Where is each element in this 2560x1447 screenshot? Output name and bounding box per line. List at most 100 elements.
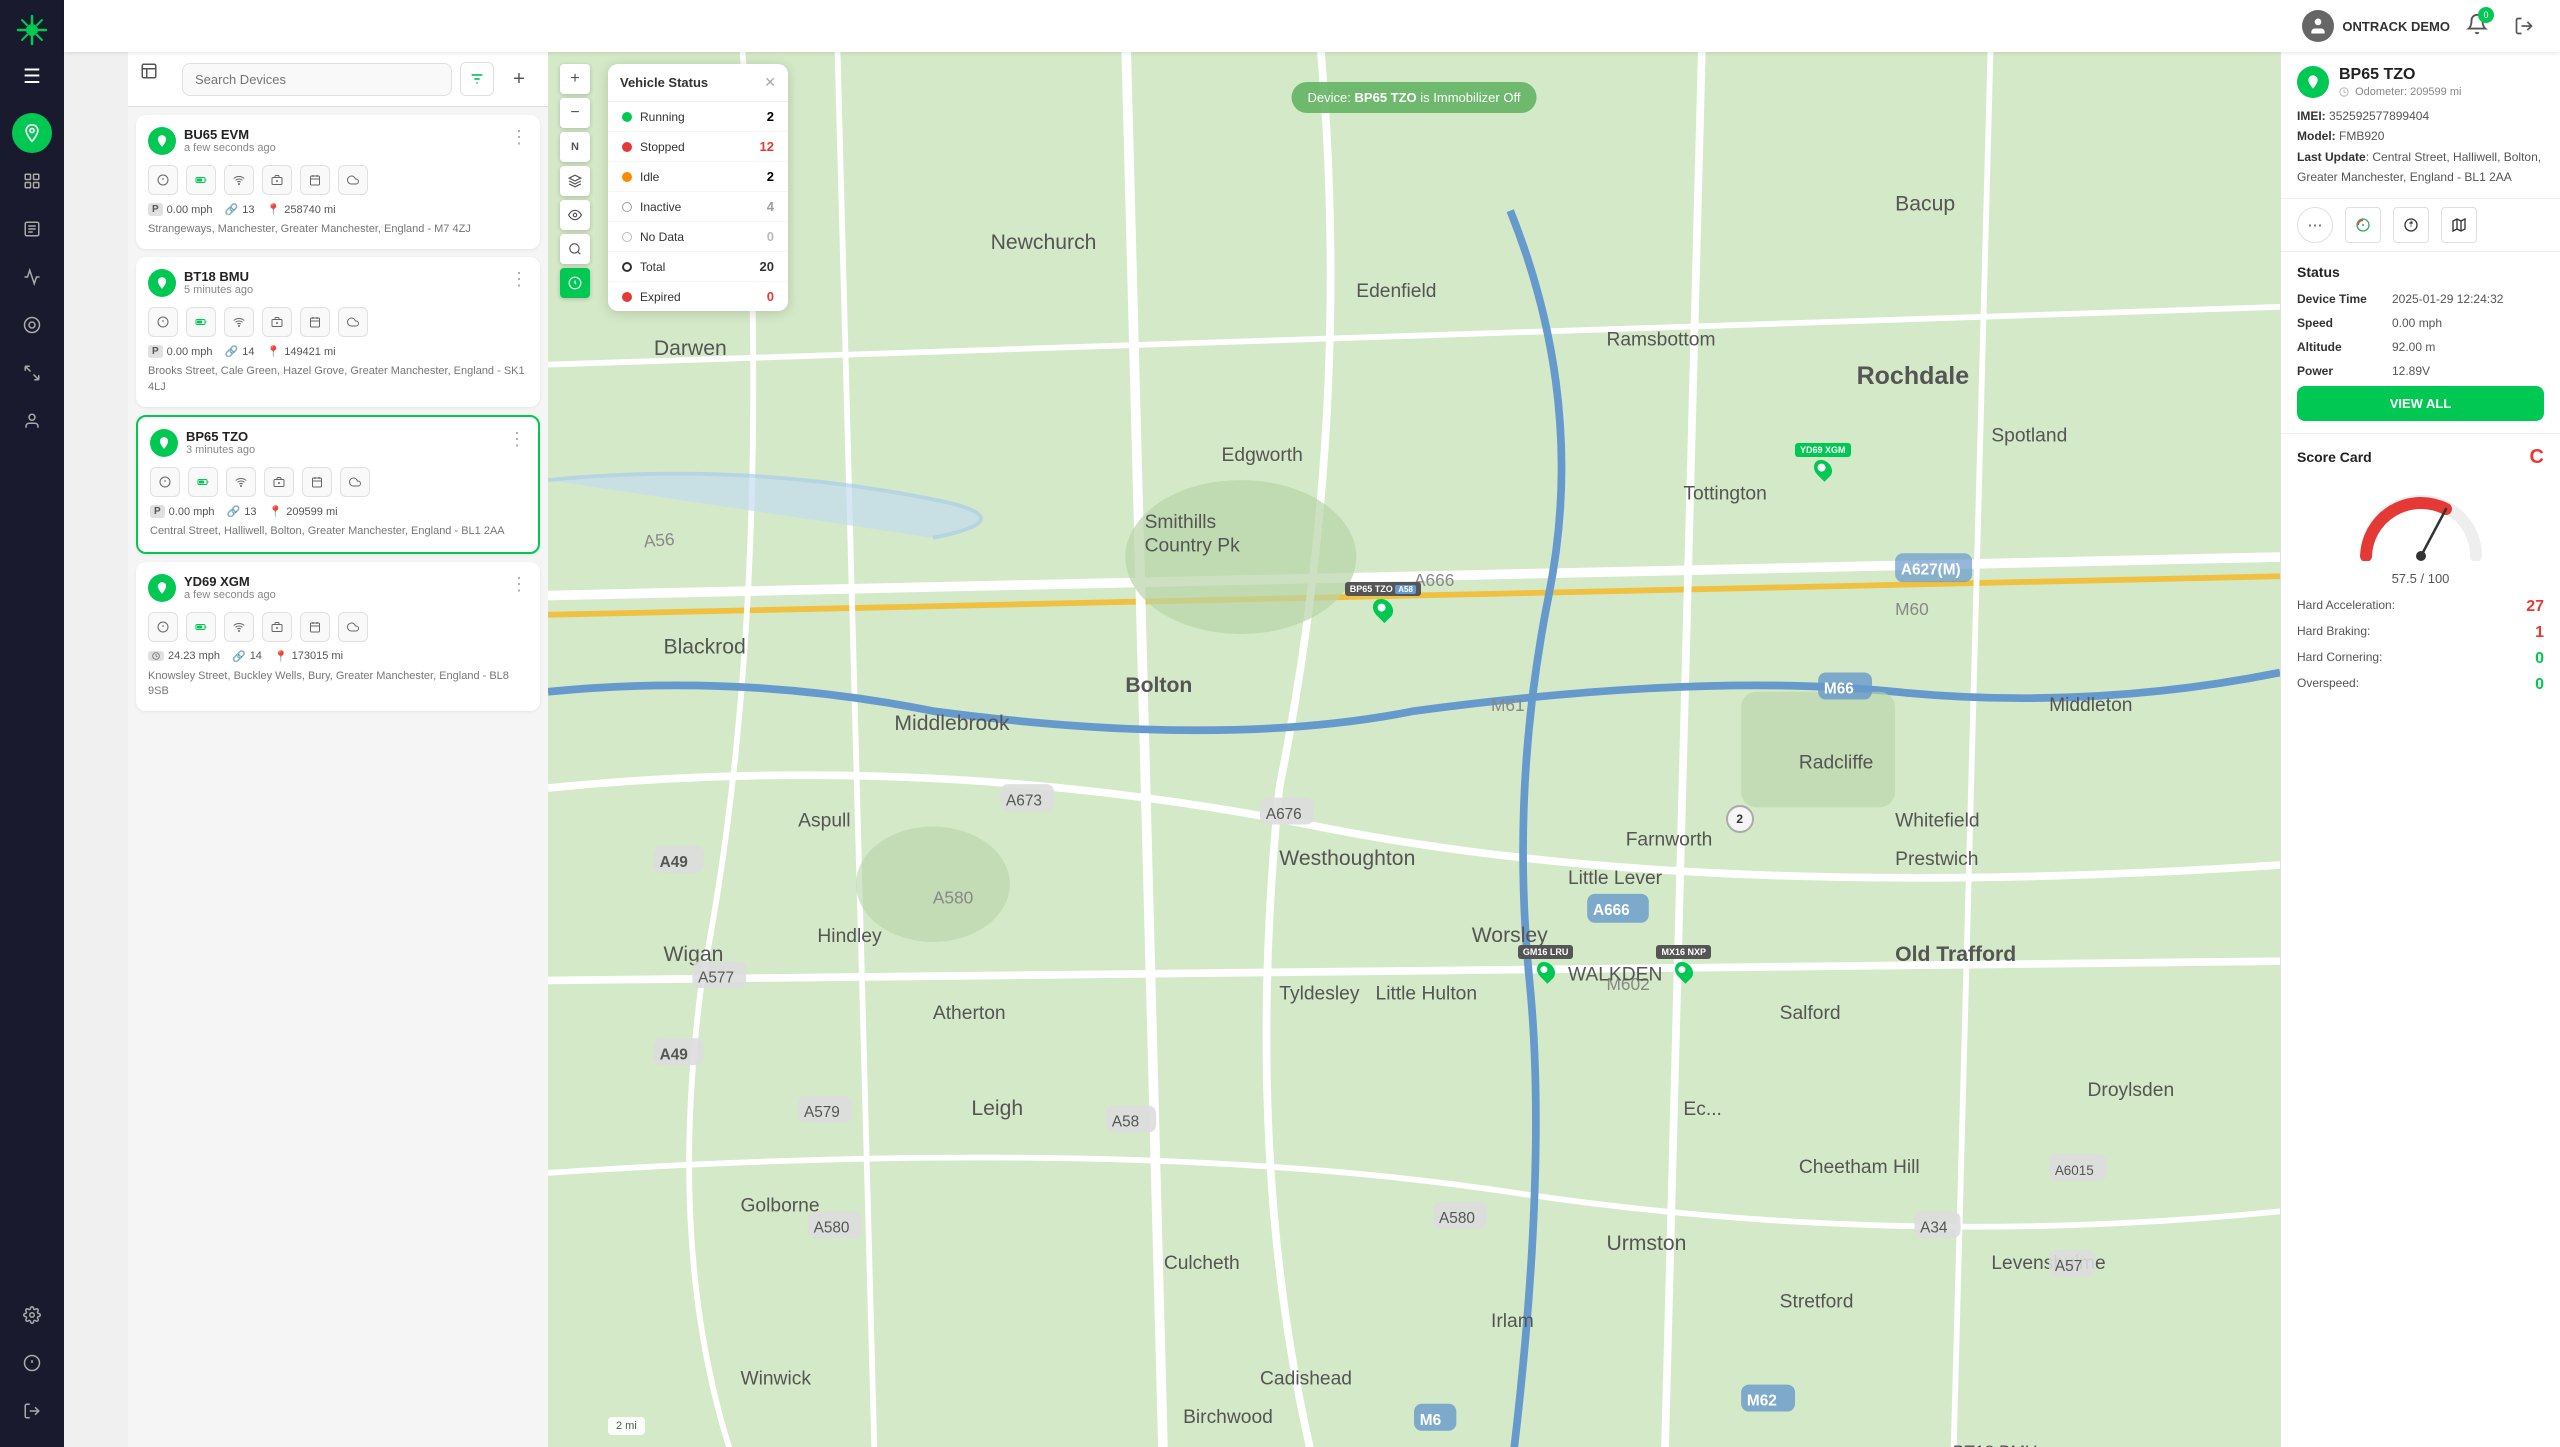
view-all-button[interactable]: VIEW ALL bbox=[2297, 386, 2544, 421]
zoom-out-button[interactable]: − bbox=[560, 98, 590, 128]
map-eye-button[interactable] bbox=[560, 200, 590, 230]
detail-apple-button[interactable] bbox=[2393, 207, 2429, 243]
device-signal-icon[interactable] bbox=[226, 467, 256, 497]
map-north-button[interactable]: N bbox=[560, 132, 590, 162]
svg-text:Old Trafford: Old Trafford bbox=[1895, 943, 2016, 966]
device-links: 🔗 13 bbox=[227, 505, 257, 518]
svg-text:Worsley: Worsley bbox=[1472, 924, 1548, 947]
filter-button[interactable] bbox=[460, 62, 494, 96]
svg-text:Smithills: Smithills bbox=[1145, 512, 1217, 533]
device-calendar-icon[interactable] bbox=[300, 165, 330, 195]
device-cloud-icon[interactable] bbox=[340, 467, 370, 497]
hamburger-menu[interactable]: ☰ bbox=[23, 64, 41, 89]
map-marker-bp65[interactable]: BP65 TZO A58 bbox=[1345, 582, 1421, 620]
detail-google-button[interactable] bbox=[2345, 207, 2381, 243]
svg-text:M61: M61 bbox=[1491, 695, 1525, 715]
device-battery-icon[interactable] bbox=[186, 612, 216, 642]
notifications-button[interactable]: 0 bbox=[2466, 13, 2488, 40]
vs-inactive-row[interactable]: Inactive 4 bbox=[608, 192, 788, 222]
svg-text:M66: M66 bbox=[1824, 681, 1854, 698]
device-address: Central Street, Halliwell, Bolton, Great… bbox=[150, 524, 526, 539]
device-signal-icon[interactable] bbox=[224, 307, 254, 337]
device-cloud-icon[interactable] bbox=[338, 307, 368, 337]
detail-status-section: Status Device Time 2025-01-29 12:24:32 S… bbox=[2281, 252, 2560, 434]
device-card[interactable]: BP65 TZO 3 minutes ago ⋮ P 0.00 mph 🔗 13 bbox=[136, 415, 540, 553]
device-cloud-icon[interactable] bbox=[338, 165, 368, 195]
device-signal-icon[interactable] bbox=[224, 165, 254, 195]
nav-settings[interactable] bbox=[12, 1295, 52, 1335]
nav-analytics[interactable] bbox=[12, 257, 52, 297]
user-info[interactable]: ONTRACK DEMO bbox=[2302, 10, 2450, 42]
vs-running-row[interactable]: Running 2 bbox=[608, 102, 788, 132]
device-info-icon[interactable] bbox=[150, 467, 180, 497]
nav-map[interactable] bbox=[12, 113, 52, 153]
scorecard-gauge bbox=[2297, 481, 2544, 561]
device-battery-icon[interactable] bbox=[188, 467, 218, 497]
map-search-button[interactable] bbox=[560, 234, 590, 264]
vs-close-button[interactable]: ✕ bbox=[764, 74, 776, 91]
map-marker-cluster[interactable]: 2 bbox=[1726, 805, 1754, 833]
device-battery-icon[interactable] bbox=[186, 307, 216, 337]
vs-total-row[interactable]: Total 20 bbox=[608, 252, 788, 282]
nav-routes[interactable] bbox=[12, 353, 52, 393]
map-marker-yd69[interactable]: YD69 XGM bbox=[1795, 443, 1851, 479]
device-card[interactable]: BU65 EVM a few seconds ago ⋮ P 0.00 mph … bbox=[136, 115, 540, 249]
device-info-icon[interactable] bbox=[148, 307, 178, 337]
vs-nodata-row[interactable]: No Data 0 bbox=[608, 222, 788, 252]
device-engine-icon[interactable] bbox=[262, 612, 292, 642]
device-parking-icon: P 0.00 mph bbox=[148, 203, 213, 216]
vs-stopped-row[interactable]: Stopped 12 bbox=[608, 132, 788, 162]
zoom-in-button[interactable]: + bbox=[560, 64, 590, 94]
detail-speed-row: Speed 0.00 mph bbox=[2297, 314, 2544, 332]
detail-map-button[interactable] bbox=[2441, 207, 2477, 243]
device-engine-icon[interactable] bbox=[264, 467, 294, 497]
device-signal-icon[interactable] bbox=[224, 612, 254, 642]
map-marker-gm16[interactable]: GM16 LRU bbox=[1518, 945, 1574, 981]
device-engine-icon[interactable] bbox=[262, 307, 292, 337]
map-area[interactable]: A56 A666 M60 M61 A580 M602 Darwen Newchu… bbox=[548, 52, 2280, 1447]
device-battery-icon[interactable] bbox=[186, 165, 216, 195]
device-menu-button[interactable]: ⋮ bbox=[510, 269, 528, 290]
map-green-button[interactable] bbox=[560, 268, 590, 298]
svg-text:A627(M): A627(M) bbox=[1901, 561, 1961, 578]
device-calendar-icon[interactable] bbox=[300, 307, 330, 337]
vs-title: Vehicle Status bbox=[620, 75, 708, 90]
svg-text:WALKDEN: WALKDEN bbox=[1568, 964, 1662, 985]
add-device-button[interactable]: + bbox=[502, 62, 536, 96]
nav-live[interactable] bbox=[12, 305, 52, 345]
svg-text:Atherton: Atherton bbox=[933, 1003, 1006, 1024]
vs-expired-row[interactable]: Expired 0 bbox=[608, 282, 788, 311]
logout-button[interactable] bbox=[2504, 6, 2544, 46]
nav-dashboard[interactable] bbox=[12, 161, 52, 201]
scorecard-score: 57.5 / 100 bbox=[2297, 571, 2544, 586]
detail-header: BP65 TZO Odometer: 209599 mi IMEI: 35259… bbox=[2281, 52, 2560, 199]
device-calendar-icon[interactable] bbox=[300, 612, 330, 642]
nav-users[interactable] bbox=[12, 401, 52, 441]
device-card[interactable]: YD69 XGM a few seconds ago ⋮ bbox=[136, 562, 540, 712]
nav-reports[interactable] bbox=[12, 209, 52, 249]
svg-text:A6015: A6015 bbox=[2055, 1163, 2094, 1178]
device-menu-button[interactable]: ⋮ bbox=[510, 127, 528, 148]
device-mileage: 📍 258740 mi bbox=[267, 203, 336, 216]
device-info-icon[interactable] bbox=[148, 165, 178, 195]
device-cloud-icon[interactable] bbox=[338, 612, 368, 642]
map-layers-button[interactable] bbox=[560, 166, 590, 196]
device-calendar-icon[interactable] bbox=[302, 467, 332, 497]
device-menu-button[interactable]: ⋮ bbox=[510, 574, 528, 595]
device-card[interactable]: BT18 BMU 5 minutes ago ⋮ P 0.00 mph 🔗 14 bbox=[136, 257, 540, 407]
device-info-icon[interactable] bbox=[148, 612, 178, 642]
device-name: YD69 XGM bbox=[184, 574, 276, 589]
detail-more-button[interactable]: ⋯ bbox=[2297, 207, 2333, 243]
map-toggle-button[interactable] bbox=[140, 62, 174, 96]
svg-text:M62: M62 bbox=[1747, 1393, 1777, 1410]
nav-logout[interactable] bbox=[12, 1391, 52, 1431]
device-menu-button[interactable]: ⋮ bbox=[508, 429, 526, 450]
nav-info[interactable] bbox=[12, 1343, 52, 1383]
device-time: a few seconds ago bbox=[184, 142, 276, 154]
vs-idle-row[interactable]: Idle 2 bbox=[608, 162, 788, 192]
map-marker-mx16[interactable]: MX16 NXP bbox=[1656, 945, 1711, 981]
search-input[interactable] bbox=[182, 63, 452, 96]
device-engine-icon[interactable] bbox=[262, 165, 292, 195]
svg-text:Cheetham Hill: Cheetham Hill bbox=[1799, 1157, 1920, 1178]
svg-text:A580: A580 bbox=[814, 1220, 850, 1237]
